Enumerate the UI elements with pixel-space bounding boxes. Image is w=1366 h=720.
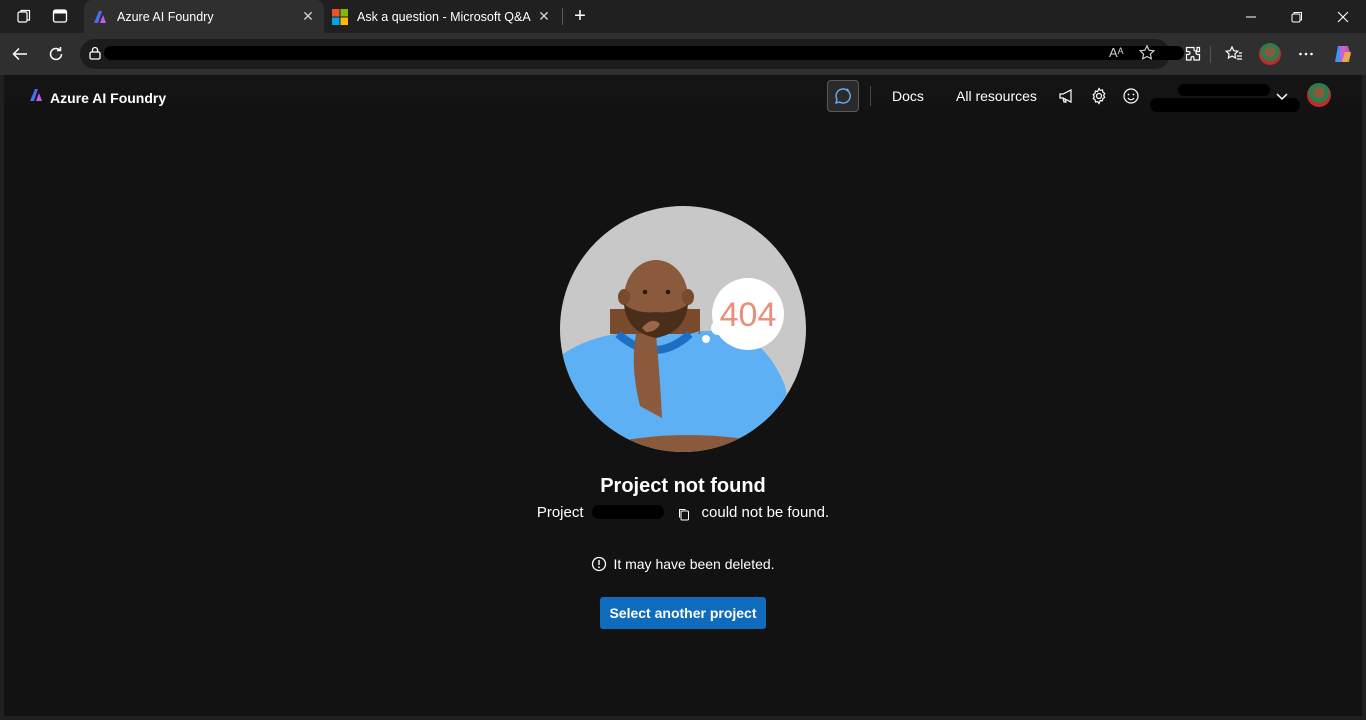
feedback-smiley-icon[interactable]: [1121, 86, 1141, 106]
announcement-icon[interactable]: [1057, 86, 1077, 106]
tab-title: Ask a question - Microsoft Q&A: [357, 9, 531, 24]
tab-divider: [562, 8, 563, 25]
favorite-star-icon[interactable]: [1138, 44, 1156, 67]
toolbar-divider: [1210, 46, 1211, 63]
profile-avatar[interactable]: [1257, 41, 1283, 67]
tab-title: Azure AI Foundry: [117, 9, 214, 24]
close-window-icon[interactable]: [1320, 0, 1366, 33]
app-header: Azure AI Foundry Docs All resources: [4, 75, 1362, 117]
vertical-tabs-icon[interactable]: [49, 5, 71, 27]
chat-sparkle-icon: [834, 88, 851, 105]
brand-title: Azure AI Foundry: [50, 89, 167, 106]
message-prefix: Project: [536, 503, 584, 521]
error-note: It may have been deleted.: [4, 556, 1362, 572]
error-title: Project not found: [600, 475, 766, 497]
browser-toolbar: Aᴬ: [0, 33, 1366, 75]
extensions-icon[interactable]: [1180, 41, 1206, 67]
more-icon[interactable]: [1293, 41, 1319, 67]
refresh-icon[interactable]: [43, 41, 69, 67]
tab-microsoft-qa[interactable]: Ask a question - Microsoft Q&A ✕: [324, 0, 560, 33]
back-arrow-icon[interactable]: [7, 41, 33, 67]
chevron-down-icon[interactable]: [1274, 88, 1290, 109]
select-another-project-button[interactable]: Select another project: [600, 597, 766, 629]
tab-close-icon[interactable]: ✕: [536, 8, 552, 25]
account-avatar[interactable]: [1307, 83, 1331, 107]
tab-azure-ai-foundry[interactable]: Azure AI Foundry ✕: [84, 0, 324, 33]
read-aloud-icon[interactable]: Aᴬ: [1109, 45, 1124, 60]
azure-ai-foundry-favicon-icon: [92, 9, 108, 25]
brand[interactable]: Azure AI Foundry: [28, 87, 166, 108]
error-illustration: 404: [560, 206, 806, 452]
browser-tab-strip: Azure AI Foundry ✕ Ask a question - Micr…: [0, 0, 1366, 33]
azure-ai-foundry-logo-icon: [28, 87, 44, 108]
app-window: Azure AI Foundry Docs All resources 404 …: [4, 75, 1362, 716]
redacted-project-name: [591, 505, 664, 519]
note-text: It may have been deleted.: [613, 556, 775, 572]
copy-icon[interactable]: [678, 508, 690, 521]
error-message: Project could not be found.: [4, 502, 1362, 522]
minimize-window-icon[interactable]: [1228, 0, 1274, 33]
address-bar[interactable]: Aᴬ: [80, 39, 1184, 69]
lock-icon[interactable]: [89, 46, 101, 65]
favorites-icon[interactable]: [1221, 41, 1247, 67]
docs-link[interactable]: Docs: [892, 88, 924, 104]
microsoft-logo-icon: [332, 8, 348, 25]
all-resources-link[interactable]: All resources: [956, 88, 1037, 104]
new-tab-button[interactable]: +: [569, 5, 591, 27]
message-suffix: could not be found.: [701, 503, 830, 521]
redacted-url: [104, 46, 1184, 60]
chat-assistant-button[interactable]: [827, 80, 859, 112]
info-icon: [591, 556, 607, 572]
copilot-icon[interactable]: [1330, 41, 1356, 67]
restore-window-icon[interactable]: [1274, 0, 1320, 33]
header-divider: [870, 86, 871, 106]
error-code: 404: [720, 296, 777, 334]
settings-gear-icon[interactable]: [1089, 86, 1109, 106]
redacted-account-name: [1178, 84, 1270, 96]
workspaces-icon[interactable]: [13, 5, 35, 27]
tab-close-icon[interactable]: ✕: [300, 8, 316, 25]
